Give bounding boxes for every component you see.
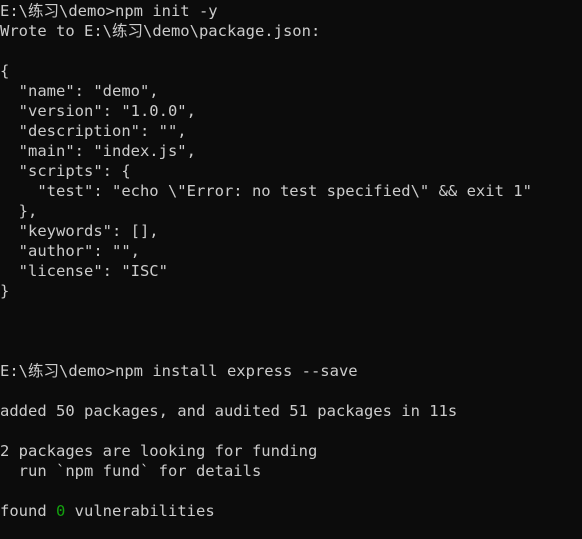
vulnerabilities-prefix: found xyxy=(0,502,56,520)
terminal-window[interactable]: E:\练习\demo>npm init -y Wrote to E:\练习\de… xyxy=(0,0,582,539)
terminal-line: "scripts": { xyxy=(0,162,131,180)
terminal-line: E:\练习\demo>npm init -y xyxy=(0,2,218,20)
terminal-line: "keywords": [], xyxy=(0,222,159,240)
terminal-line: "main": "index.js", xyxy=(0,142,196,160)
terminal-line: 2 packages are looking for funding xyxy=(0,442,318,460)
terminal-line: run `npm fund` for details xyxy=(0,462,262,480)
terminal-screen[interactable]: E:\练习\demo>npm init -y Wrote to E:\练习\de… xyxy=(0,1,582,521)
terminal-line-vulnerabilities: found 0 vulnerabilities xyxy=(0,501,582,521)
terminal-line: "description": "", xyxy=(0,122,187,140)
terminal-line: "name": "demo", xyxy=(0,82,159,100)
vulnerabilities-count: 0 xyxy=(56,502,66,520)
terminal-line: "version": "1.0.0", xyxy=(0,102,196,120)
terminal-line: "author": "", xyxy=(0,242,140,260)
terminal-line: added 50 packages, and audited 51 packag… xyxy=(0,402,458,420)
terminal-line-prompt: E:\练习\demo>npm install express --save xyxy=(0,362,358,380)
terminal-line: "license": "ISC" xyxy=(0,262,168,280)
vulnerabilities-suffix: vulnerabilities xyxy=(65,502,215,520)
terminal-line: { xyxy=(0,62,10,80)
terminal-line: } xyxy=(0,282,10,300)
terminal-line: Wrote to E:\练习\demo\package.json: xyxy=(0,22,321,40)
terminal-line: }, xyxy=(0,202,38,220)
terminal-line: "test": "echo \"Error: no test specified… xyxy=(0,182,532,200)
